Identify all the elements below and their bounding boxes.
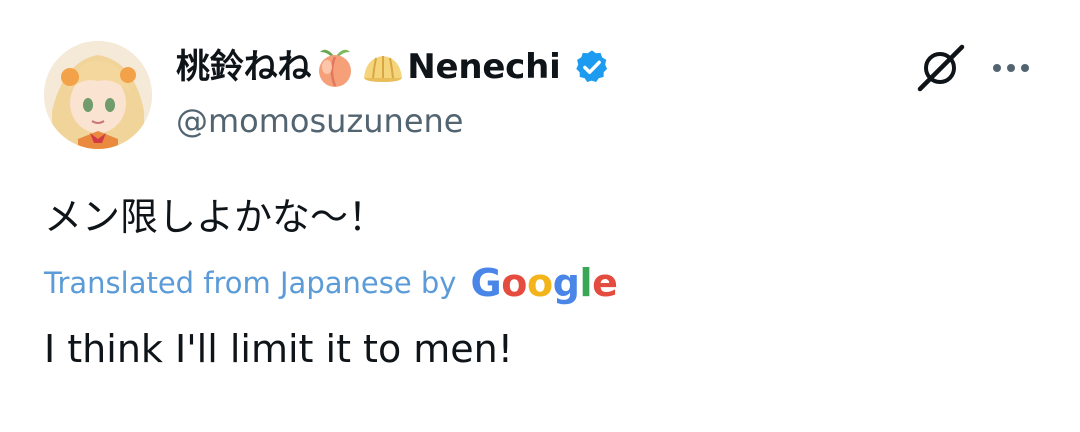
verified-badge-icon — [573, 48, 611, 86]
grok-button[interactable] — [910, 42, 972, 94]
steamed-bun-icon — [360, 44, 406, 90]
author-name-row[interactable]: 桃鈴ねね Nenechi — [176, 43, 611, 91]
tweet-text: メン限しよかな〜！ — [44, 195, 387, 239]
author-handle[interactable]: @momosuzunene — [176, 98, 463, 144]
avatar-image — [44, 41, 152, 149]
more-options-button[interactable] — [988, 48, 1034, 88]
display-name-suffix: Nenechi — [407, 47, 561, 87]
peach-icon — [312, 44, 358, 90]
author-avatar[interactable] — [44, 41, 152, 149]
translated-tweet-text: I think I'll limit it to men! — [44, 327, 513, 371]
translated-from-label: Translated from Japanese by — [44, 266, 457, 300]
display-name: 桃鈴ねね — [176, 47, 312, 87]
more-options-icon — [993, 64, 1029, 72]
google-logo: Google — [470, 261, 618, 305]
grok-icon — [917, 44, 965, 92]
translation-attribution[interactable]: Translated from Japanese by Google — [44, 260, 618, 306]
